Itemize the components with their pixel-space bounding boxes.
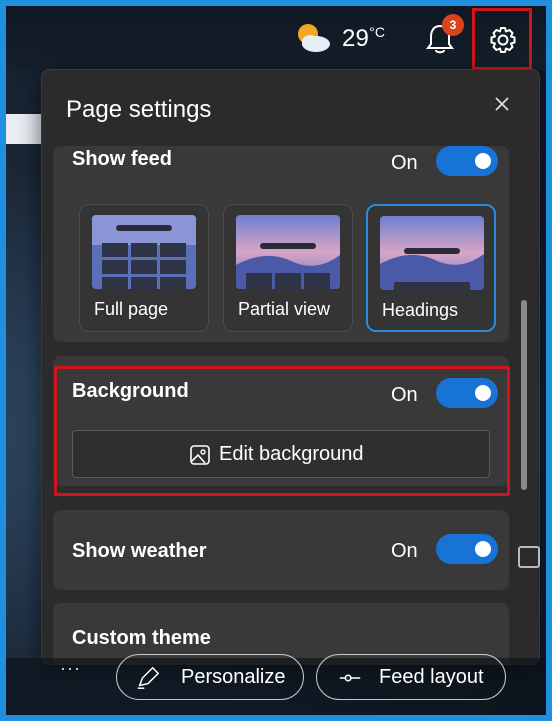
toggle-knob <box>475 541 491 557</box>
scrollbar[interactable] <box>521 300 527 490</box>
page-settings-panel: Page settings Show feed On Full page Par… <box>41 69 540 665</box>
layout-option-label: Headings <box>382 300 459 320</box>
toggle-knob <box>475 153 491 169</box>
show-feed-state: On <box>391 152 418 174</box>
show-weather-card: Show weather On <box>53 510 509 590</box>
feed-layout-label: Feed layout <box>379 666 484 688</box>
pencil-icon <box>137 666 160 689</box>
layout-option-label: Full page <box>94 299 169 319</box>
layout-option-headings[interactable]: Headings <box>366 204 496 332</box>
personalize-button[interactable]: Personalize <box>116 654 304 700</box>
partial-view-thumbnail <box>236 215 340 289</box>
background-edge <box>6 114 42 144</box>
layout-slider-icon <box>339 674 361 682</box>
temperature-unit: °C <box>369 24 386 40</box>
show-weather-state: On <box>391 540 418 562</box>
feed-layout-button[interactable]: Feed layout <box>316 654 506 700</box>
notification-badge: 3 <box>442 14 464 36</box>
show-feed-label: Show feed <box>72 148 173 170</box>
partly-cloudy-icon[interactable] <box>292 20 332 56</box>
background-highlight-frame <box>54 366 510 496</box>
show-weather-label: Show weather <box>72 540 207 562</box>
temperature-value: 29 <box>342 25 370 52</box>
headings-thumbnail <box>380 216 484 290</box>
personalize-label: Personalize <box>181 666 286 688</box>
close-icon[interactable] <box>490 92 514 116</box>
layout-option-full-page[interactable]: Full page <box>79 204 209 332</box>
show-feed-toggle[interactable] <box>436 146 498 176</box>
gear-icon <box>490 27 516 53</box>
temperature[interactable]: 29°C <box>342 24 385 53</box>
custom-theme-label: Custom theme <box>72 627 211 649</box>
layout-option-partial-view[interactable]: Partial view <box>223 204 353 332</box>
side-feedback-icon[interactable] <box>518 546 540 568</box>
panel-title: Page settings <box>66 96 212 123</box>
full-page-thumbnail <box>92 215 196 289</box>
browser-frame: 29°C 3 Page settings Show feed On Full p… <box>6 6 546 715</box>
show-feed-card: Show feed On Full page Partial view Head… <box>53 146 509 342</box>
show-weather-toggle[interactable] <box>436 534 498 564</box>
top-bar: 29°C 3 <box>6 6 546 70</box>
settings-button[interactable] <box>472 8 532 70</box>
layout-option-label: Partial view <box>238 299 331 319</box>
more-options-icon[interactable]: ··· <box>60 658 81 679</box>
